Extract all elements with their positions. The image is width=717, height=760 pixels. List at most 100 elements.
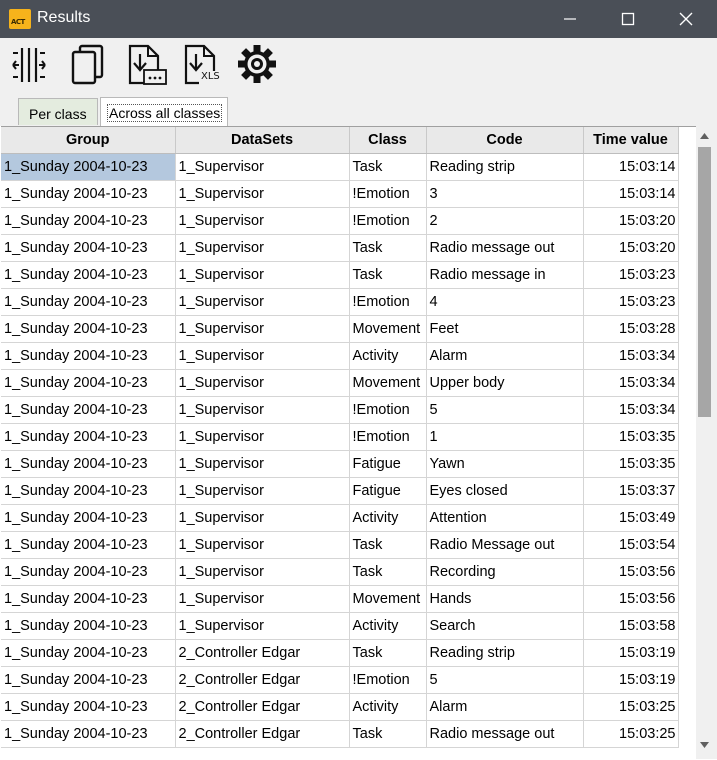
cell-datasets[interactable]: 1_Supervisor bbox=[175, 585, 350, 613]
table-row[interactable]: 1_Sunday 2004-10-23 1_Supervisor !Emotion 4… bbox=[1, 288, 679, 316]
cell-datasets[interactable]: 1_Supervisor bbox=[175, 504, 350, 532]
cell-code[interactable]: Reading strip bbox=[426, 639, 584, 667]
cell-time-value[interactable]: 15:03:34 bbox=[583, 396, 679, 424]
columns-button[interactable] bbox=[10, 42, 52, 86]
cell-class[interactable]: Movement bbox=[349, 315, 427, 343]
cell-code[interactable]: Hands bbox=[426, 585, 584, 613]
cell-code[interactable]: Reading strip bbox=[426, 153, 584, 181]
cell-class[interactable]: !Emotion bbox=[349, 207, 427, 235]
cell-group[interactable]: 1_Sunday 2004-10-23 bbox=[1, 261, 176, 289]
cell-group[interactable]: 1_Sunday 2004-10-23 bbox=[1, 666, 176, 694]
cell-time-value[interactable]: 15:03:28 bbox=[583, 315, 679, 343]
cell-time-value[interactable]: 15:03:14 bbox=[583, 153, 679, 181]
table-row[interactable]: 1_Sunday 2004-10-23 1_Supervisor Activity A… bbox=[1, 342, 679, 370]
cell-time-value[interactable]: 15:03:23 bbox=[583, 261, 679, 289]
cell-class[interactable]: Fatigue bbox=[349, 450, 427, 478]
table-row[interactable]: 1_Sunday 2004-10-23 1_Supervisor Task Radio… bbox=[1, 531, 679, 559]
table-row[interactable]: 1_Sunday 2004-10-23 1_Supervisor !Emotion 5… bbox=[1, 396, 679, 424]
table-row[interactable]: 1_Sunday 2004-10-23 1_Supervisor !Emotion 3… bbox=[1, 180, 679, 208]
cell-class[interactable]: !Emotion bbox=[349, 180, 427, 208]
cell-datasets[interactable]: 1_Supervisor bbox=[175, 531, 350, 559]
cell-class[interactable]: !Emotion bbox=[349, 396, 427, 424]
cell-time-value[interactable]: 15:03:56 bbox=[583, 585, 679, 613]
cell-time-value[interactable]: 15:03:35 bbox=[583, 450, 679, 478]
cell-group[interactable]: 1_Sunday 2004-10-23 bbox=[1, 369, 176, 397]
cell-group[interactable]: 1_Sunday 2004-10-23 bbox=[1, 234, 176, 262]
cell-datasets[interactable]: 1_Supervisor bbox=[175, 396, 350, 424]
cell-group[interactable]: 1_Sunday 2004-10-23 bbox=[1, 531, 176, 559]
title-bar[interactable]: ACT Results bbox=[0, 0, 717, 38]
cell-datasets[interactable]: 1_Supervisor bbox=[175, 342, 350, 370]
cell-group[interactable]: 1_Sunday 2004-10-23 bbox=[1, 342, 176, 370]
cell-class[interactable]: Activity bbox=[349, 612, 427, 640]
table-row[interactable]: 1_Sunday 2004-10-23 1_Supervisor Movement F… bbox=[1, 315, 679, 343]
cell-code[interactable]: Upper body bbox=[426, 369, 584, 397]
cell-code[interactable]: Alarm bbox=[426, 342, 584, 370]
cell-code[interactable]: Alarm bbox=[426, 693, 584, 721]
cell-datasets[interactable]: 2_Controller Edgar bbox=[175, 693, 350, 721]
cell-datasets[interactable]: 1_Supervisor bbox=[175, 153, 350, 181]
cell-class[interactable]: Fatigue bbox=[349, 477, 427, 505]
column-header-code[interactable]: Code bbox=[426, 127, 584, 154]
cell-code[interactable]: Yawn bbox=[426, 450, 584, 478]
cell-time-value[interactable]: 15:03:37 bbox=[583, 477, 679, 505]
cell-class[interactable]: Activity bbox=[349, 504, 427, 532]
settings-button[interactable] bbox=[236, 42, 278, 86]
close-button[interactable] bbox=[657, 0, 715, 38]
column-header-datasets[interactable]: DataSets bbox=[175, 127, 350, 154]
table-row[interactable]: 1_Sunday 2004-10-23 1_Supervisor Activity A… bbox=[1, 504, 679, 532]
copy-button[interactable] bbox=[68, 42, 110, 86]
scroll-down-arrow-icon[interactable] bbox=[699, 741, 710, 749]
table-row[interactable]: 1_Sunday 2004-10-23 1_Supervisor Task Readi… bbox=[1, 153, 679, 181]
cell-time-value[interactable]: 15:03:56 bbox=[583, 558, 679, 586]
cell-group[interactable]: 1_Sunday 2004-10-23 bbox=[1, 288, 176, 316]
cell-time-value[interactable]: 15:03:25 bbox=[583, 693, 679, 721]
cell-time-value[interactable]: 15:03:25 bbox=[583, 720, 679, 748]
cell-code[interactable]: Eyes closed bbox=[426, 477, 584, 505]
cell-time-value[interactable]: 15:03:34 bbox=[583, 369, 679, 397]
cell-time-value[interactable]: 15:03:35 bbox=[583, 423, 679, 451]
cell-datasets[interactable]: 1_Supervisor bbox=[175, 477, 350, 505]
cell-datasets[interactable]: 1_Supervisor bbox=[175, 558, 350, 586]
cell-time-value[interactable]: 15:03:19 bbox=[583, 666, 679, 694]
export-xls-button[interactable]: XLS bbox=[182, 42, 224, 86]
cell-datasets[interactable]: 1_Supervisor bbox=[175, 207, 350, 235]
cell-time-value[interactable]: 15:03:49 bbox=[583, 504, 679, 532]
vertical-scrollbar[interactable] bbox=[696, 126, 717, 759]
table-row[interactable]: 1_Sunday 2004-10-23 1_Supervisor !Emotion 2… bbox=[1, 207, 679, 235]
cell-class[interactable]: Movement bbox=[349, 369, 427, 397]
cell-datasets[interactable]: 1_Supervisor bbox=[175, 288, 350, 316]
cell-code[interactable]: Search bbox=[426, 612, 584, 640]
cell-datasets[interactable]: 1_Supervisor bbox=[175, 369, 350, 397]
cell-code[interactable]: 1 bbox=[426, 423, 584, 451]
table-row[interactable]: 1_Sunday 2004-10-23 1_Supervisor Task Radio… bbox=[1, 234, 679, 262]
cell-datasets[interactable]: 1_Supervisor bbox=[175, 261, 350, 289]
tab-per-class[interactable]: Per class bbox=[18, 98, 98, 125]
cell-class[interactable]: Task bbox=[349, 558, 427, 586]
table-row[interactable]: 1_Sunday 2004-10-23 1_Supervisor Movement U… bbox=[1, 369, 679, 397]
cell-code[interactable]: Radio message in bbox=[426, 261, 584, 289]
column-header-group[interactable]: Group bbox=[1, 127, 176, 154]
cell-code[interactable]: Recording bbox=[426, 558, 584, 586]
cell-time-value[interactable]: 15:03:19 bbox=[583, 639, 679, 667]
table-row[interactable]: 1_Sunday 2004-10-23 1_Supervisor Fatigue Ey… bbox=[1, 477, 679, 505]
cell-code[interactable]: 5 bbox=[426, 666, 584, 694]
cell-class[interactable]: Activity bbox=[349, 342, 427, 370]
cell-class[interactable]: !Emotion bbox=[349, 423, 427, 451]
cell-time-value[interactable]: 15:03:20 bbox=[583, 207, 679, 235]
cell-code[interactable]: Radio message out bbox=[426, 234, 584, 262]
cell-group[interactable]: 1_Sunday 2004-10-23 bbox=[1, 153, 176, 181]
cell-group[interactable]: 1_Sunday 2004-10-23 bbox=[1, 423, 176, 451]
table-row[interactable]: 1_Sunday 2004-10-23 2_Controller Edgar Act… bbox=[1, 693, 679, 721]
scroll-thumb[interactable] bbox=[698, 147, 711, 417]
cell-class[interactable]: Task bbox=[349, 531, 427, 559]
cell-group[interactable]: 1_Sunday 2004-10-23 bbox=[1, 396, 176, 424]
cell-code[interactable]: 3 bbox=[426, 180, 584, 208]
column-header-class[interactable]: Class bbox=[349, 127, 427, 154]
cell-code[interactable]: 2 bbox=[426, 207, 584, 235]
cell-datasets[interactable]: 1_Supervisor bbox=[175, 234, 350, 262]
cell-datasets[interactable]: 1_Supervisor bbox=[175, 423, 350, 451]
table-row[interactable]: 1_Sunday 2004-10-23 2_Controller Edgar !Em… bbox=[1, 666, 679, 694]
cell-datasets[interactable]: 2_Controller Edgar bbox=[175, 639, 350, 667]
cell-time-value[interactable]: 15:03:54 bbox=[583, 531, 679, 559]
